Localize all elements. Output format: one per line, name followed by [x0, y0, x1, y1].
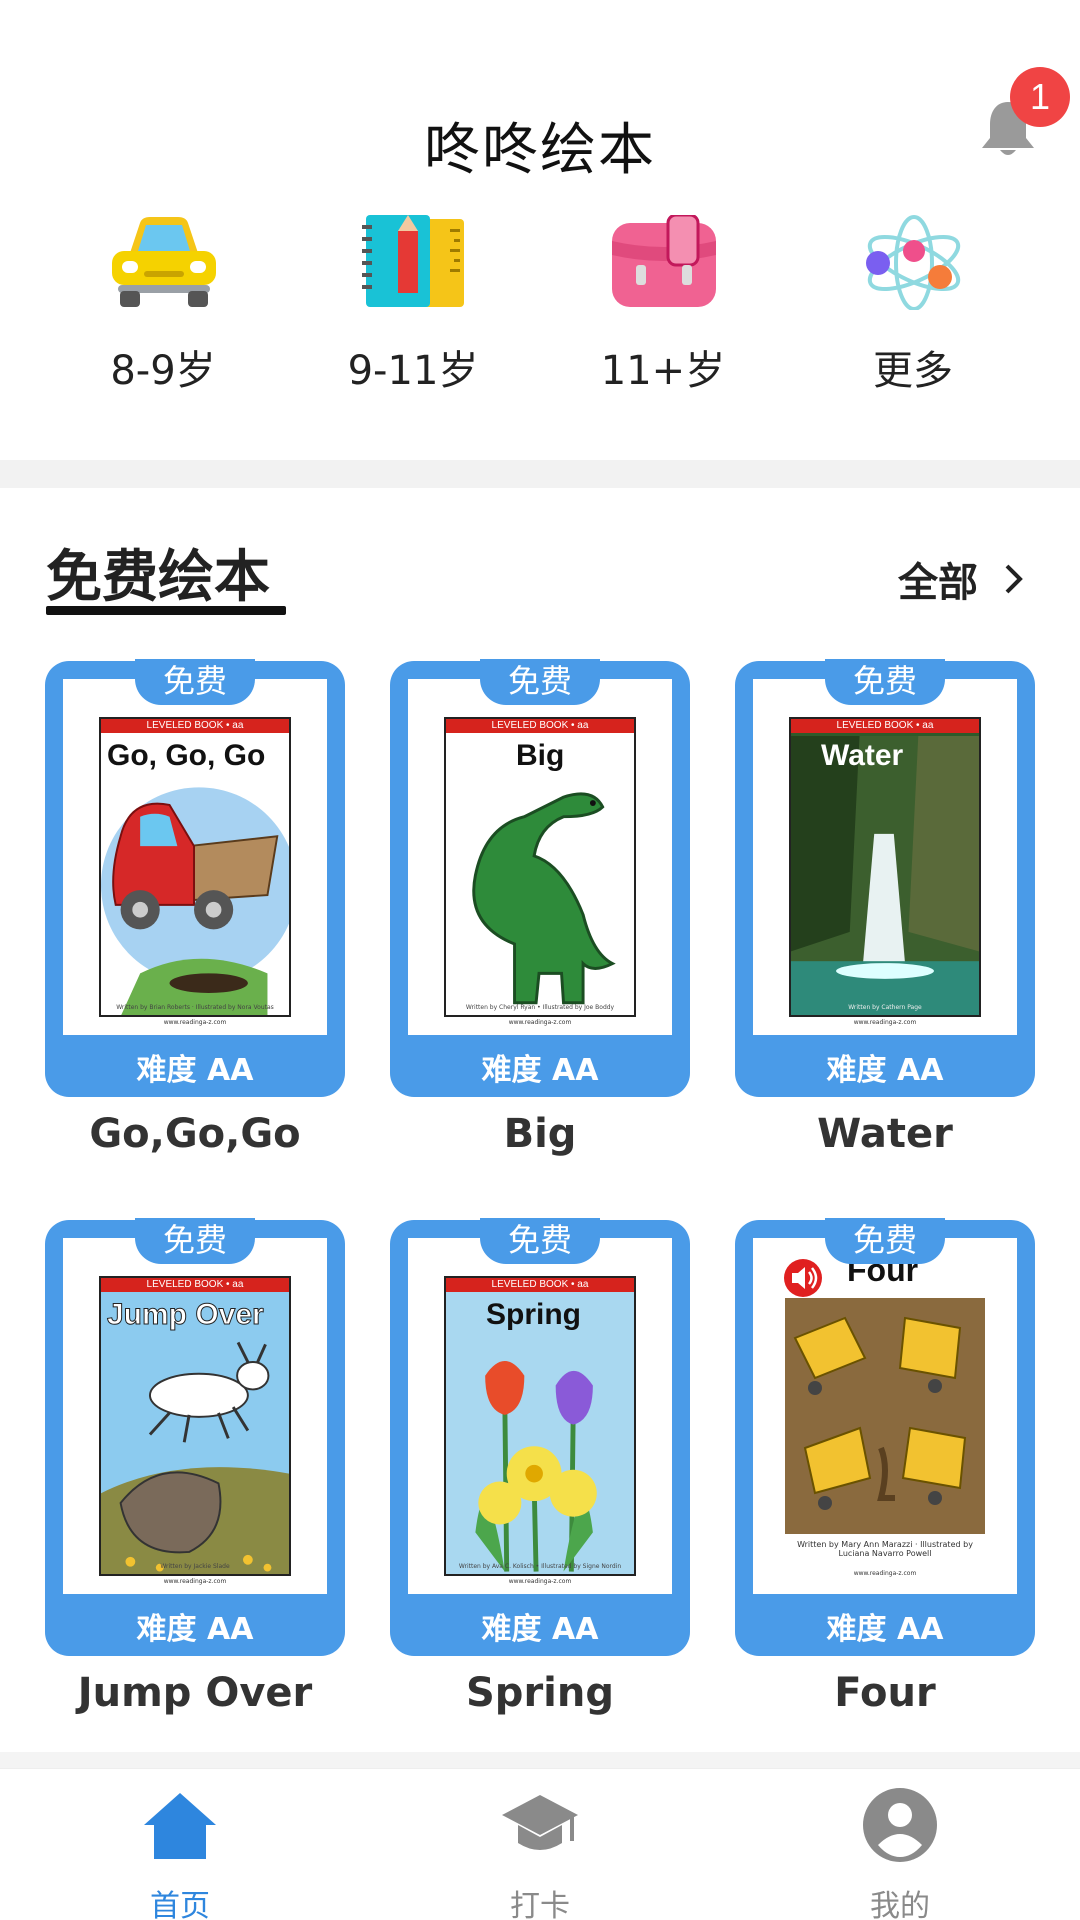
dump-trucks-illustration [785, 1298, 985, 1534]
cover-title: Water [821, 739, 904, 772]
cover-series-label: LEVELED BOOK • aa [791, 719, 979, 733]
section-title-underline [46, 606, 286, 615]
cover-series-label: LEVELED BOOK • aa [101, 719, 289, 733]
nav-item-profile[interactable]: 我的 [790, 1769, 1010, 1920]
waterfall-photo [791, 735, 979, 1015]
book-card[interactable]: 免费 LEVELED BOOK • aa Big Written by Cher… [390, 659, 690, 1097]
cover-title: Jump Over [107, 1298, 265, 1332]
view-all-link[interactable]: 全部 [898, 550, 978, 608]
section-divider [0, 460, 1080, 488]
category-label: 11+岁 [600, 348, 726, 394]
graduation-cap-icon [502, 1795, 578, 1850]
book-title[interactable]: Big [390, 1111, 690, 1157]
cover-credit: Written by Ava C. Kolisch • Illustrated … [458, 1563, 622, 1570]
cover-credit: Written by Cathern Page [848, 1004, 922, 1011]
dinosaur-illustration [472, 792, 616, 1005]
age-categories: 8-9岁 9-11岁 11+岁 更多 [0, 215, 1080, 395]
free-badge: 免费 [825, 659, 945, 705]
book-card[interactable]: 免费 LEVELED BOOK • aa Water Written by Ca… [735, 659, 1035, 1097]
category-label: 8-9岁 [110, 348, 216, 394]
book-cover: LEVELED BOOK • aa Spring Written by Ava … [408, 1238, 672, 1594]
bottom-nav: 首页 打卡 我的 [0, 1768, 1080, 1920]
truck-illustration [101, 787, 289, 1015]
app-title: 咚咚绘本 [424, 118, 656, 183]
book-title[interactable]: Four [735, 1670, 1035, 1716]
free-badge: 免费 [135, 659, 255, 705]
difficulty-label: 难度 AA [136, 1053, 254, 1088]
book-title[interactable]: Water [735, 1111, 1035, 1157]
cover-title: Big [516, 739, 565, 772]
cover-credit: Written by Jackie Slade [160, 1563, 230, 1570]
flowers-illustration [475, 1361, 597, 1572]
cover-credit: Written by Cheryl Ryan • Illustrated by … [465, 1004, 615, 1011]
cover-series-label: LEVELED BOOK • aa [446, 1278, 634, 1292]
book-cover: LEVELED BOOK • aa Big Written by Cheryl … [408, 679, 672, 1035]
speaker-icon[interactable] [783, 1258, 827, 1298]
book-card[interactable]: 免费 Four Written by Mary Ann Marazzi · Il… [735, 1218, 1035, 1656]
nav-label: 打卡 [510, 1889, 570, 1920]
goat-illustration [101, 1341, 289, 1574]
book-cover: LEVELED BOOK • aa Water Written by Cathe… [753, 679, 1017, 1035]
cover-website: www.readinga-z.com [508, 1019, 572, 1026]
category-more[interactable]: 更多 [813, 215, 1013, 395]
category-9-11[interactable]: 9-11岁 [313, 215, 513, 395]
free-badge: 免费 [825, 1218, 945, 1264]
free-badge: 免费 [480, 1218, 600, 1264]
book-cover: LEVELED BOOK • aa Go, Go, Go Written by … [63, 679, 327, 1035]
nav-divider [0, 1752, 1080, 1768]
book-title[interactable]: Go,Go,Go [45, 1111, 345, 1157]
notebook-pencil-icon [362, 215, 464, 307]
category-label: 9-11岁 [347, 348, 479, 394]
book-cover: LEVELED BOOK • aa Jump Over Written by J… [63, 1238, 327, 1594]
book-title[interactable]: Spring [390, 1670, 690, 1716]
cover-website: www.readinga-z.com [163, 1578, 227, 1585]
difficulty-label: 难度 AA [481, 1053, 599, 1088]
nav-label: 首页 [150, 1889, 210, 1920]
app-header: 咚咚绘本 1 [0, 0, 1080, 200]
cover-series-label: LEVELED BOOK • aa [446, 719, 634, 733]
free-badge: 免费 [480, 659, 600, 705]
cover-website: www.readinga-z.com [163, 1019, 227, 1026]
atom-icon [866, 215, 961, 310]
category-8-9[interactable]: 8-9岁 [63, 215, 263, 395]
section-title: 免费绘本 [46, 545, 270, 610]
cover-title: Spring [486, 1298, 581, 1331]
cover-website: www.readinga-z.com [853, 1570, 917, 1577]
book-cover: Four Written by Mary Ann Marazzi · Illus… [753, 1238, 1017, 1594]
cover-website: www.readinga-z.com [853, 1019, 917, 1026]
car-icon [112, 217, 216, 307]
book-card[interactable]: 免费 LEVELED BOOK • aa Jump Over Written b… [45, 1218, 345, 1656]
cover-credit: Written by Mary Ann Marazzi · Illustrate… [797, 1540, 973, 1558]
chevron-right-icon[interactable] [1002, 562, 1026, 596]
cover-title: Go, Go, Go [107, 739, 266, 772]
difficulty-label: 难度 AA [826, 1612, 944, 1647]
cover-credit: Written by Brian Roberts · Illustrated b… [116, 1004, 274, 1011]
book-card[interactable]: 免费 LEVELED BOOK • aa Spring Written by A… [390, 1218, 690, 1656]
category-11-plus[interactable]: 11+岁 [563, 215, 763, 395]
notification-badge: 1 [1010, 67, 1070, 127]
cover-website: www.readinga-z.com [508, 1578, 572, 1585]
cover-series-label: LEVELED BOOK • aa [101, 1278, 289, 1292]
nav-item-checkin[interactable]: 打卡 [430, 1769, 650, 1920]
nav-label: 我的 [870, 1889, 930, 1920]
free-badge: 免费 [135, 1218, 255, 1264]
home-icon [144, 1793, 216, 1859]
category-label: 更多 [873, 348, 953, 394]
difficulty-label: 难度 AA [481, 1612, 599, 1647]
book-card[interactable]: 免费 LEVELED BOOK • aa Go, Go, Go Written … [45, 659, 345, 1097]
backpack-icon [612, 215, 716, 307]
difficulty-label: 难度 AA [826, 1053, 944, 1088]
nav-item-home[interactable]: 首页 [70, 1769, 290, 1920]
book-title[interactable]: Jump Over [45, 1670, 345, 1716]
difficulty-label: 难度 AA [136, 1612, 254, 1647]
profile-icon [863, 1788, 937, 1862]
